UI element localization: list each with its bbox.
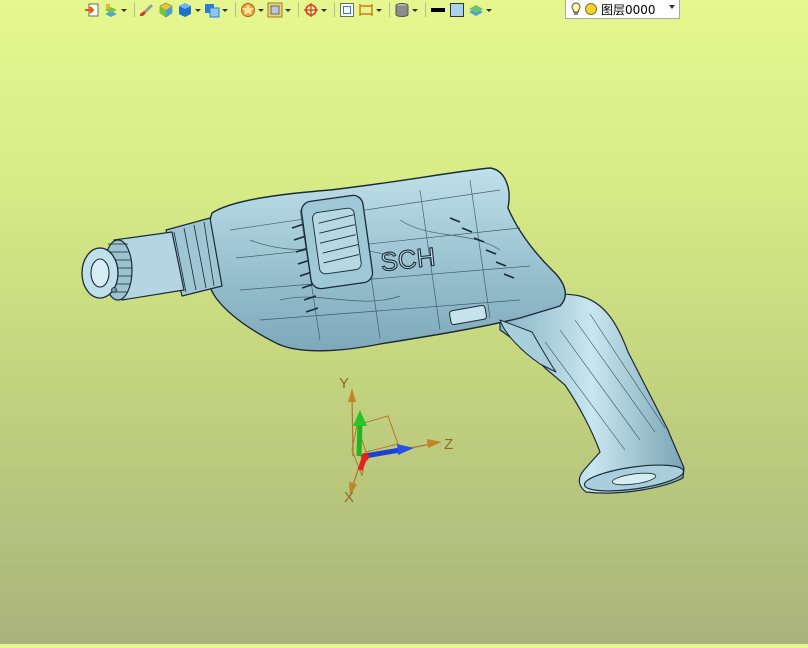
chevron-down-icon[interactable]: [412, 9, 418, 12]
axis-x-label: X: [344, 489, 354, 506]
dimension-button[interactable]: [358, 1, 382, 18]
chevron-down-icon[interactable]: [321, 9, 327, 12]
chevron-down-icon[interactable]: [669, 5, 675, 9]
drill-model[interactable]: SCH: [81, 167, 685, 496]
axis-z-label: Z: [444, 436, 453, 453]
chuck-screw: [111, 287, 117, 293]
import-button[interactable]: [84, 1, 100, 18]
cylinder-icon: [395, 2, 409, 17]
dimension-icon: [359, 3, 373, 16]
triad-origin: [361, 453, 369, 461]
view-cube-button[interactable]: [204, 1, 228, 18]
drill-handle[interactable]: [499, 293, 685, 494]
paint-button[interactable]: [139, 1, 155, 18]
layer-stack-button[interactable]: [468, 1, 492, 18]
chevron-down-icon[interactable]: [285, 9, 291, 12]
solid-cube-icon: [179, 2, 191, 17]
layer-manager-icon: [105, 3, 117, 17]
chevron-down-icon[interactable]: [195, 9, 201, 12]
chevron-down-icon[interactable]: [258, 9, 264, 12]
line-color-button[interactable]: [430, 1, 446, 18]
axis-y-arrow: [348, 388, 356, 402]
display-filter-button[interactable]: [267, 1, 291, 18]
3d-viewport[interactable]: SCH Y Z X: [0, 19, 808, 644]
fill-color-swatch-icon: [450, 2, 464, 17]
solid-cube-button[interactable]: [177, 1, 201, 18]
coordinate-triad: Y Z X: [339, 375, 453, 506]
render-mode-button[interactable]: [240, 1, 264, 18]
chevron-down-icon[interactable]: [376, 9, 382, 12]
cylinder-button[interactable]: [394, 1, 418, 18]
render-mode-icon: [241, 2, 255, 17]
axis-z-arrow: [427, 439, 442, 448]
sun-icon[interactable]: [584, 2, 598, 16]
layer-stack-icon: [469, 4, 483, 16]
snap-target-icon: [304, 2, 318, 17]
layer-select[interactable]: 图层0000: [565, 0, 680, 19]
axis-z-cone: [397, 444, 414, 455]
light-bulb-icon[interactable]: [570, 2, 582, 16]
line-color-swatch-icon: [431, 7, 445, 12]
axis-y-cone: [353, 410, 367, 426]
fill-color-button[interactable]: [449, 1, 465, 18]
frame-button[interactable]: [339, 1, 355, 18]
axis-y-label: Y: [339, 375, 349, 392]
toolbar-separator: [134, 2, 135, 17]
toolbar-separator: [235, 2, 236, 17]
toolbar-separator: [334, 2, 335, 17]
layer-manager-button[interactable]: [103, 1, 127, 18]
viewport-canvas[interactable]: SCH Y Z X: [0, 19, 808, 644]
axis-y-bar: [356, 421, 363, 457]
layer-select-value: 图层0000: [601, 2, 656, 17]
toolbar-separator: [298, 2, 299, 17]
chevron-down-icon[interactable]: [222, 9, 228, 12]
toolbar-separator: [425, 2, 426, 17]
display-filter-icon: [267, 2, 283, 17]
toolbar-separator: [389, 2, 390, 17]
chevron-down-icon[interactable]: [486, 9, 492, 12]
paint-brush-icon: [140, 3, 153, 16]
chuck-bore: [90, 258, 110, 288]
view-cube-icon: [205, 3, 220, 17]
cube-color-button[interactable]: [158, 1, 174, 18]
cube-color-icon: [159, 2, 173, 17]
toolbar: [84, 0, 495, 19]
snap-button[interactable]: [303, 1, 327, 18]
speed-switch-inner: [312, 207, 362, 275]
frame-icon: [340, 2, 354, 17]
import-icon: [85, 3, 99, 16]
brand-label: SCH: [379, 241, 437, 277]
chevron-down-icon[interactable]: [121, 9, 127, 12]
